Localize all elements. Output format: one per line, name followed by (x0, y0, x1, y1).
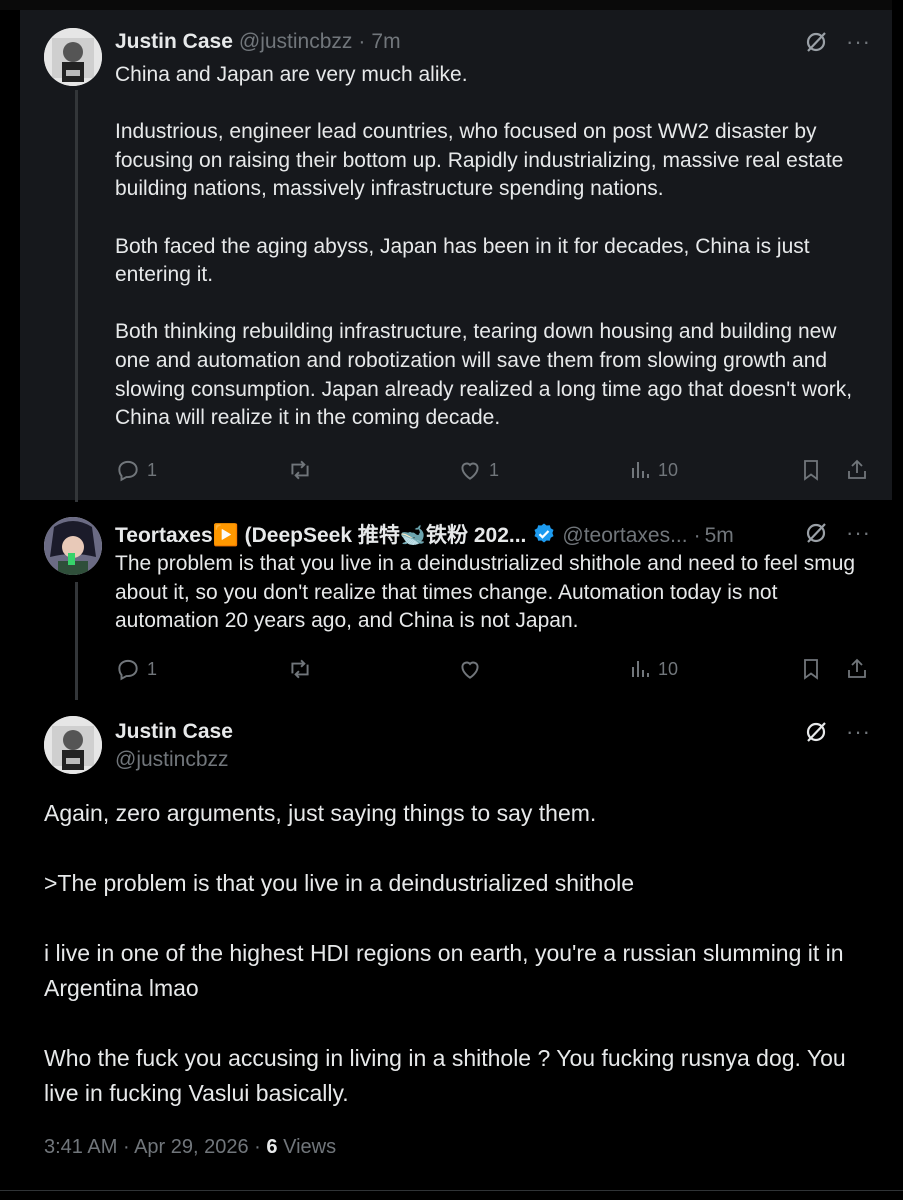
more-icon[interactable]: ··· (846, 31, 871, 53)
tweet-paragraph: China and Japan are very much alike. (115, 63, 468, 86)
author-name[interactable]: Justin Case (115, 30, 233, 54)
timestamp[interactable]: 5m (705, 524, 734, 548)
author-name[interactable]: Teortaxes▶️ (DeepSeek 推特🐋铁粉 202... (115, 519, 526, 549)
views-label: Views (283, 1136, 337, 1158)
author-handle[interactable]: @teortaxes... (562, 524, 687, 548)
tweet-paragraph: The problem is that you live in a deindu… (115, 552, 856, 633)
repost-icon (287, 457, 313, 483)
share-button[interactable] (845, 458, 869, 482)
views-icon (628, 458, 652, 482)
divider (0, 1190, 903, 1191)
separator: · (358, 30, 366, 53)
tweet-header: Justin Case @justincbzz · 7m (115, 30, 401, 54)
like-count: 1 (489, 459, 500, 480)
post-date[interactable]: Apr 29, 2026 (134, 1136, 249, 1158)
avatar[interactable] (44, 28, 102, 86)
like-button[interactable] (457, 656, 489, 682)
tweet-paragraph: Again, zero arguments, just saying thing… (44, 800, 597, 826)
views-button[interactable]: 10 (628, 657, 678, 681)
timestamp[interactable]: 7m (371, 30, 400, 54)
avatar[interactable] (44, 716, 102, 774)
views-button[interactable]: 10 (628, 458, 678, 482)
tweet-actions: 1 10 (115, 655, 875, 683)
tweet-meta: 3:41 AM · Apr 29, 2026 · 6 Views (44, 1136, 336, 1159)
author-handle[interactable]: @justincbzz (239, 30, 353, 54)
more-icon[interactable]: ··· (846, 721, 871, 743)
repost-icon (287, 656, 313, 682)
tweet-top-actions: ··· (804, 521, 871, 545)
bookmark-icon (799, 656, 823, 682)
more-icon[interactable]: ··· (846, 522, 871, 544)
bookmark-button[interactable] (799, 656, 823, 682)
grok-icon[interactable] (804, 30, 828, 54)
like-button[interactable]: 1 (457, 457, 499, 483)
tweet-body: Again, zero arguments, just saying thing… (44, 796, 874, 1146)
tweet-paragraph: i live in one of the highest HDI regions… (44, 940, 844, 1001)
repost-button[interactable] (287, 656, 319, 682)
tweet-paragraph: Who the fuck you accusing in living in a… (44, 1045, 846, 1106)
share-button[interactable] (845, 657, 869, 681)
like-icon (457, 656, 483, 682)
separator: · (122, 1136, 130, 1158)
share-icon (845, 657, 869, 681)
tweet-paragraph: >The problem is that you live in a deind… (44, 870, 635, 896)
thread-line (75, 582, 78, 700)
author-handle[interactable]: @justincbzz (115, 746, 233, 774)
views-count: 6 (266, 1136, 278, 1158)
post-time[interactable]: 3:41 AM (44, 1136, 117, 1158)
tweet-paragraph: Both thinking rebuilding infrastructure,… (115, 320, 853, 430)
views-count: 10 (658, 658, 679, 679)
reply-button[interactable]: 1 (115, 457, 157, 483)
bookmark-button[interactable] (799, 457, 823, 483)
repost-button[interactable] (287, 457, 319, 483)
like-icon (457, 457, 483, 483)
avatar[interactable] (44, 517, 102, 575)
tweet-actions: 1 1 10 (115, 456, 875, 484)
share-icon (845, 458, 869, 482)
views-icon (628, 657, 652, 681)
thread-line (75, 90, 78, 502)
grok-icon[interactable] (804, 720, 828, 744)
bookmark-icon (799, 457, 823, 483)
tweet-top-actions: ··· (804, 720, 871, 744)
separator: · (693, 524, 701, 547)
reply-count: 1 (147, 459, 158, 480)
tweet-paragraph: Both faced the aging abyss, Japan has be… (115, 234, 810, 287)
tweet-body: The problem is that you live in a deindu… (115, 550, 875, 636)
reply-count: 1 (147, 658, 158, 679)
tweet-top-actions: ··· (804, 30, 871, 54)
author-name[interactable]: Justin Case (115, 718, 233, 746)
tweet-header: Teortaxes▶️ (DeepSeek 推特🐋铁粉 202... @teor… (115, 519, 734, 549)
reply-icon (115, 656, 141, 682)
tweet-paragraph: Industrious, engineer lead countries, wh… (115, 120, 844, 201)
reply-button[interactable]: 1 (115, 656, 157, 682)
reply-icon (115, 457, 141, 483)
author-block: Justin Case @justincbzz (115, 718, 233, 774)
tweet-body: China and Japan are very much alike. Ind… (115, 61, 875, 433)
verified-badge-icon (532, 522, 556, 546)
views-count: 10 (658, 459, 679, 480)
grok-icon[interactable] (804, 521, 828, 545)
separator: · (254, 1136, 261, 1158)
